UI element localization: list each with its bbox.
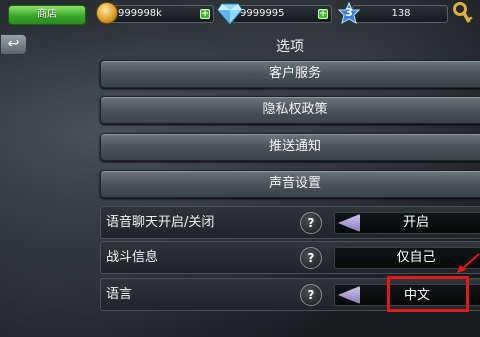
language-prev-arrow-icon[interactable] (338, 286, 360, 304)
level-value: 3 (345, 6, 353, 19)
top-resource-bar: 商店 999998k + 9999995 + 138 3 (0, 0, 480, 30)
voice-chat-label: 语音聊天开启/关闭 (106, 215, 215, 230)
privacy-policy-button[interactable]: 隐私权政策 (100, 96, 480, 124)
red-pointer-arrow-icon (457, 253, 480, 273)
shop-button[interactable]: 商店 (8, 5, 86, 25)
voice-chat-value: 开启 (402, 215, 429, 230)
page-title: 选项 (276, 39, 304, 55)
gold-value: 999998k (118, 8, 162, 19)
sound-settings-button[interactable]: 声音设置 (100, 170, 480, 198)
add-gems-button[interactable]: + (318, 9, 328, 19)
battle-info-help-icon[interactable]: ? (300, 247, 322, 269)
diamond-icon (218, 3, 242, 24)
language-help-icon[interactable]: ? (300, 284, 322, 306)
gem-counter: 9999995 + (232, 5, 332, 23)
customer-service-button[interactable]: 客户服务 (100, 60, 480, 88)
xp-value: 138 (391, 8, 411, 19)
highlight-box (387, 276, 469, 312)
gold-counter: 999998k + (108, 5, 214, 23)
key-icon[interactable] (452, 2, 474, 26)
gold-coin-icon (96, 2, 118, 24)
back-arrow-icon: ↩ (7, 36, 20, 52)
back-button[interactable]: ↩ (0, 34, 27, 55)
gem-value: 9999995 (240, 8, 285, 19)
voice-chat-row: 语音聊天开启/关闭 ? 开启 (100, 206, 480, 239)
add-gold-button[interactable]: + (200, 9, 210, 19)
battle-info-label: 战斗信息 (106, 250, 159, 265)
xp-counter: 138 (352, 5, 448, 23)
voice-chat-help-icon[interactable]: ? (300, 212, 322, 234)
level-badge: 3 (337, 1, 361, 26)
battle-info-row: 战斗信息 ? 仅自己 (100, 241, 480, 274)
voice-chat-selector: 开启 (334, 212, 480, 234)
voice-chat-prev-arrow-icon[interactable] (338, 214, 360, 232)
language-label: 语言 (106, 287, 133, 302)
push-notifications-button[interactable]: 推送通知 (100, 133, 480, 161)
